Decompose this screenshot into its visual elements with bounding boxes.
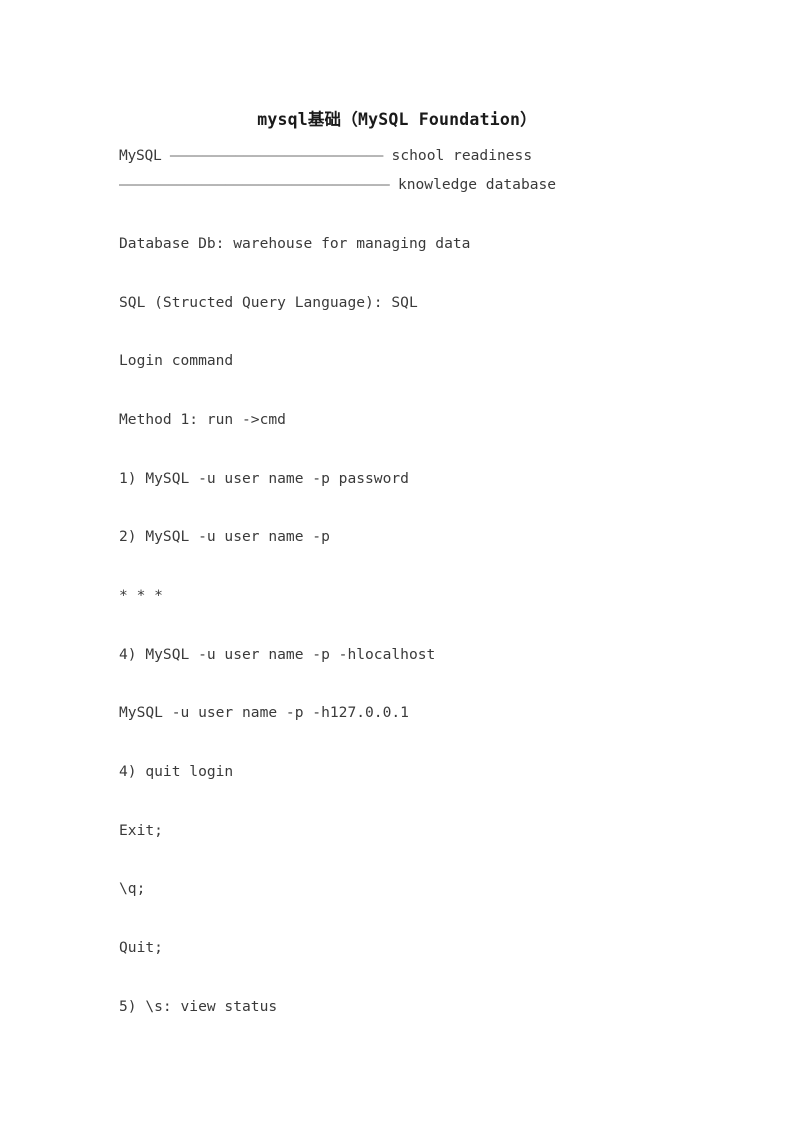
paragraph: Exit; [119, 822, 163, 839]
paragraph: 1) MySQL -u user name -p password [119, 470, 409, 487]
paragraph: Quit; [119, 939, 163, 956]
paragraph: 4) quit login [119, 763, 234, 780]
paragraph: MySQL -u user name -p -h127.0.0.1 [119, 704, 409, 721]
paragraph: * * * [119, 587, 163, 604]
paragraph: Method 1: run ->cmd [119, 411, 286, 428]
paragraph: \q; [119, 880, 146, 897]
page-title: mysql基础（MySQL Foundation） [257, 110, 537, 129]
paragraph: 2) MySQL -u user name -p [119, 528, 330, 545]
rule-line: ————————————————————————————————— knowle… [119, 175, 556, 195]
rule-line: MySQL —————————————————————————— school … [119, 146, 532, 166]
horizontal-rule-dashes: ————————————————————————————————— [119, 176, 390, 193]
paragraph: 4) MySQL -u user name -p -hlocalhost [119, 646, 436, 663]
rule-line-label: knowledge database [389, 176, 557, 193]
rule-line-lead: MySQL [119, 147, 170, 164]
document-page: mysql基础（MySQL Foundation） MySQL ————————… [0, 0, 793, 1122]
horizontal-rule-dashes: —————————————————————————— [169, 147, 383, 164]
rule-line-label: school readiness [382, 147, 533, 164]
paragraph: SQL (Structed Query Language): SQL [119, 294, 418, 311]
paragraph: Login command [119, 352, 234, 369]
paragraph: 5) \s: view status [119, 998, 278, 1015]
paragraph: Database Db: warehouse for managing data [119, 235, 471, 252]
